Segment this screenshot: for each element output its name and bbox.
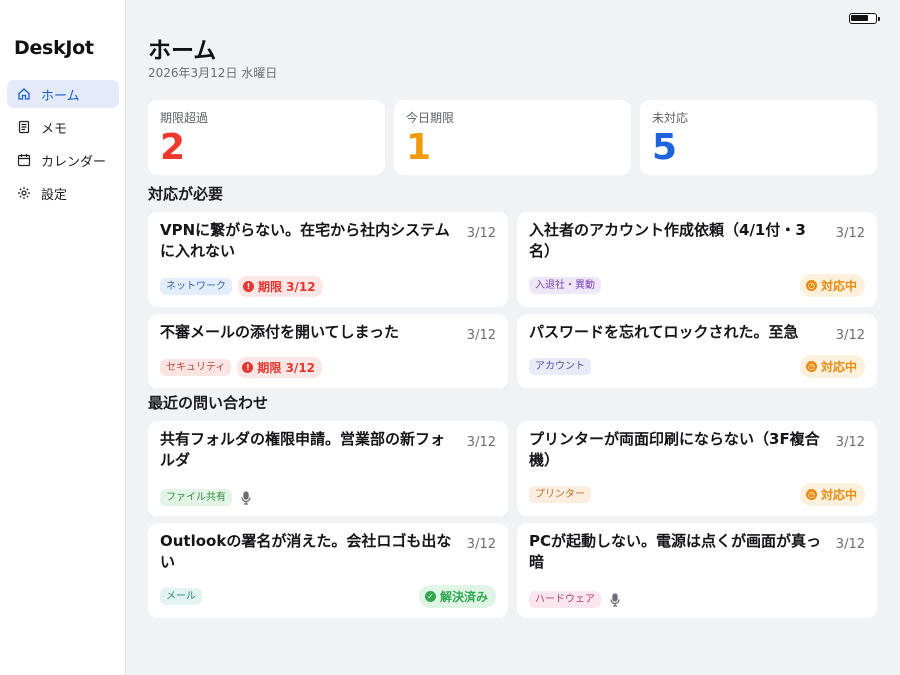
alert-icon: !: [243, 281, 254, 292]
action-required-list: VPNに繋がらない。在宅から社内システムに入れない 3/12 ネットワーク! 期限 3…: [148, 212, 877, 388]
due-badge: ! 期限 3/12: [238, 276, 323, 297]
sidebar-item-memo[interactable]: メモ: [7, 113, 119, 141]
ticket-meta: ファイル共有: [160, 489, 496, 506]
stat-value: 5: [652, 127, 678, 168]
home-icon: [17, 87, 31, 101]
status-label: 解決済み: [439, 590, 488, 604]
ticket-meta: セキュリティ! 期限 3/12: [160, 357, 496, 378]
recent-inquiries-list: 共有フォルダの権限申請。営業部の新フォルダ 3/12 ファイル共有 プリンターが両面印…: [148, 421, 877, 618]
ticket-date: 3/12: [835, 435, 865, 450]
sidebar: DeskJot ホームメモカレンダー設定: [0, 0, 126, 675]
gear-icon: [17, 186, 31, 200]
category-tag: ハードウェア: [529, 591, 601, 608]
ticket-date: 3/12: [466, 537, 496, 552]
status-badge: ◷ 対応中: [799, 483, 865, 506]
check-icon: ✓: [424, 591, 436, 602]
status-label: 対応中: [820, 279, 857, 293]
sidebar-item-calendar[interactable]: カレンダー: [7, 146, 119, 174]
sidebar-item-home[interactable]: ホーム: [7, 80, 119, 108]
app-logo: DeskJot: [14, 37, 94, 59]
status-label: 対応中: [820, 360, 857, 374]
category-tag: プリンター: [529, 486, 591, 503]
category-tag: セキュリティ: [160, 359, 232, 376]
ticket-meta: メール ✓ 解決済み: [160, 585, 496, 608]
ticket-card[interactable]: プリンターが両面印刷にならない（3F複合機） 3/12 プリンター ◷ 対応中: [517, 421, 877, 516]
stat-label: 期限超過: [160, 111, 209, 125]
clock-icon: ◷: [805, 280, 817, 291]
ticket-date: 3/12: [466, 226, 496, 241]
sidebar-nav: ホームメモカレンダー設定: [7, 80, 119, 212]
section-title-action-required: 対応が必要: [148, 185, 224, 203]
stat-card-due-today[interactable]: 今日期限 1: [394, 100, 631, 175]
clock-icon: ◷: [805, 489, 817, 500]
stat-value: 1: [406, 127, 432, 168]
battery-icon: [849, 13, 880, 24]
stat-value: 2: [160, 127, 186, 168]
microphone-icon: [240, 490, 252, 505]
category-tag: ファイル共有: [160, 489, 232, 506]
ticket-card[interactable]: 共有フォルダの権限申請。営業部の新フォルダ 3/12 ファイル共有: [148, 421, 508, 516]
sidebar-item-label: 設定: [41, 187, 68, 203]
status-label: 対応中: [820, 488, 857, 502]
ticket-card[interactable]: 入社者のアカウント作成依頼（4/1付・3名） 3/12 入退社・異動 ◷ 対応中: [517, 212, 877, 307]
ticket-date: 3/12: [835, 328, 865, 343]
status-badge: ◷ 対応中: [799, 274, 865, 297]
ticket-date: 3/12: [466, 328, 496, 343]
due-badge-label: 期限 3/12: [257, 361, 316, 375]
category-tag: ネットワーク: [160, 278, 232, 295]
category-tag: メール: [160, 588, 202, 605]
memo-icon: [17, 120, 31, 134]
ticket-card[interactable]: PCが起動しない。電源は点くが画面が真っ暗 3/12 ハードウェア: [517, 523, 877, 618]
ticket-date: 3/12: [835, 226, 865, 241]
ticket-title: パスワードを忘れてロックされた。至急: [529, 323, 799, 341]
ticket-title: PCが起動しない。電源は点くが画面が真っ暗: [529, 532, 822, 571]
stat-card-unhandled[interactable]: 未対応 5: [640, 100, 877, 175]
ticket-date: 3/12: [835, 537, 865, 552]
sidebar-item-label: ホーム: [41, 88, 80, 104]
category-tag: アカウント: [529, 358, 591, 375]
ticket-meta: プリンター ◷ 対応中: [529, 483, 865, 506]
sidebar-item-label: メモ: [41, 121, 68, 137]
ticket-meta: 入退社・異動 ◷ 対応中: [529, 274, 865, 297]
status-badge: ✓ 解決済み: [418, 585, 496, 608]
ticket-meta: ハードウェア: [529, 591, 865, 608]
stat-label: 今日期限: [406, 111, 455, 125]
ticket-card[interactable]: 不審メールの添付を開いてしまった 3/12 セキュリティ! 期限 3/12: [148, 314, 508, 388]
ticket-title: VPNに繋がらない。在宅から社内システムに入れない: [160, 221, 450, 260]
alert-icon: !: [242, 362, 254, 373]
section-title-recent: 最近の問い合わせ: [148, 394, 269, 412]
ticket-date: 3/12: [466, 435, 496, 450]
calendar-icon: [17, 153, 31, 167]
stat-card-overdue[interactable]: 期限超過 2: [148, 100, 385, 175]
stat-label: 未対応: [652, 111, 689, 125]
page-date: 2026年3月12日 水曜日: [148, 66, 278, 80]
ticket-meta: アカウント ◷ 対応中: [529, 355, 865, 378]
microphone-icon: [609, 592, 621, 607]
ticket-card[interactable]: VPNに繋がらない。在宅から社内システムに入れない 3/12 ネットワーク! 期限 3…: [148, 212, 508, 307]
clock-icon: ◷: [805, 361, 817, 372]
ticket-title: Outlookの署名が消えた。会社ロゴも出ない: [160, 532, 452, 571]
due-badge-label: 期限 3/12: [258, 280, 316, 294]
ticket-title: 不審メールの添付を開いてしまった: [160, 323, 399, 341]
ticket-title: 入社者のアカウント作成依頼（4/1付・3名）: [529, 221, 806, 260]
ticket-card[interactable]: Outlookの署名が消えた。会社ロゴも出ない 3/12 メール ✓ 解決済み: [148, 523, 508, 618]
ticket-meta: ネットワーク! 期限 3/12: [160, 276, 496, 297]
sidebar-item-gear[interactable]: 設定: [7, 179, 119, 207]
due-badge: ! 期限 3/12: [237, 357, 323, 378]
status-badge: ◷ 対応中: [799, 355, 865, 378]
page-title: ホーム: [148, 38, 217, 64]
ticket-title: 共有フォルダの権限申請。営業部の新フォルダ: [160, 430, 446, 469]
ticket-card[interactable]: パスワードを忘れてロックされた。至急 3/12 アカウント ◷ 対応中: [517, 314, 877, 388]
sidebar-item-label: カレンダー: [41, 154, 107, 170]
ticket-title: プリンターが両面印刷にならない（3F複合機）: [529, 430, 820, 469]
stats-row: 期限超過 2 今日期限 1 未対応 5: [148, 100, 877, 175]
category-tag: 入退社・異動: [529, 277, 601, 294]
